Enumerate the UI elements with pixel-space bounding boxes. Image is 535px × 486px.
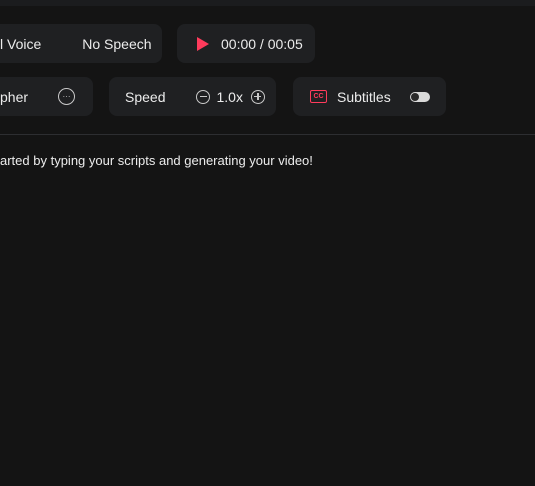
- plus-icon[interactable]: [250, 89, 265, 104]
- voice-label: l Voice: [0, 35, 42, 52]
- minus-icon[interactable]: [196, 89, 211, 104]
- avatar-label: pher: [0, 88, 29, 105]
- avatar-selector[interactable]: pher ···: [0, 77, 93, 116]
- cc-icon: CC: [310, 90, 327, 103]
- speed-control: Speed 1.0x: [109, 77, 276, 116]
- playback-time: 00:00 / 00:05: [221, 35, 303, 52]
- subtitles-label: Subtitles: [337, 88, 391, 105]
- preview-player[interactable]: 00:00 / 00:05: [177, 24, 315, 63]
- voice-value: No Speech: [82, 35, 152, 52]
- speed-label: Speed: [125, 88, 166, 105]
- empty-state-message: arted by typing your scripts and generat…: [0, 153, 313, 168]
- more-icon[interactable]: ···: [58, 88, 75, 105]
- subtitles-control: CC Subtitles: [293, 77, 446, 116]
- voice-selector[interactable]: l Voice No Speech: [0, 24, 162, 63]
- speed-value: 1.0x: [216, 88, 243, 105]
- play-icon[interactable]: [197, 36, 209, 51]
- section-divider: [0, 134, 535, 135]
- top-bar: [0, 0, 535, 6]
- toggle-switch[interactable]: [410, 91, 430, 102]
